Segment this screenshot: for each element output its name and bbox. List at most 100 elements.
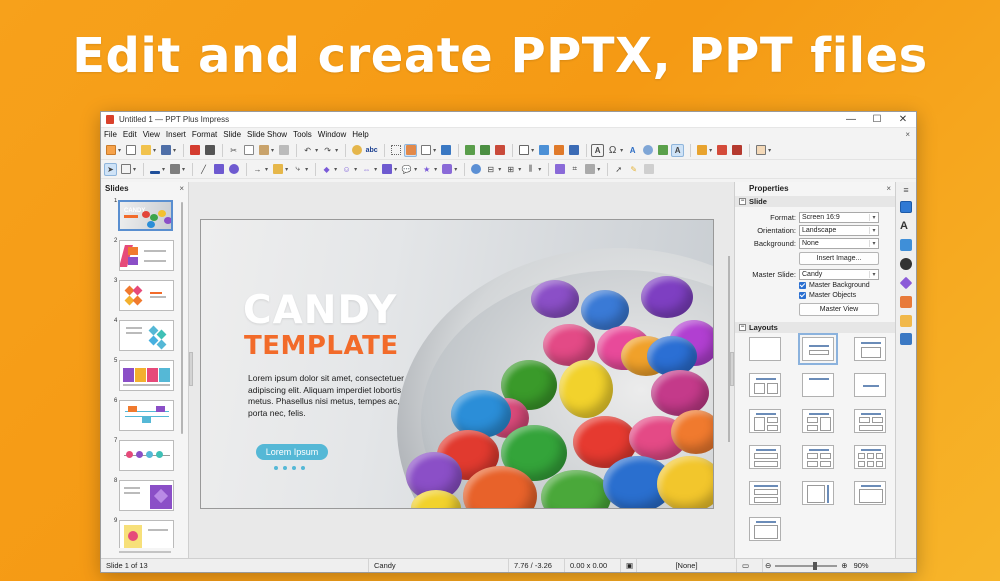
sidebar-toggle-icon[interactable] bbox=[754, 144, 767, 157]
insert-image-button[interactable]: Insert Image... bbox=[799, 252, 879, 265]
ellipse-icon[interactable] bbox=[227, 163, 240, 176]
menu-file[interactable]: File bbox=[104, 130, 117, 139]
copy-icon[interactable] bbox=[242, 144, 255, 157]
layout-title-content-2-content[interactable] bbox=[802, 409, 834, 433]
animation-icon[interactable] bbox=[900, 315, 912, 327]
start-first-slide-icon[interactable] bbox=[695, 144, 708, 157]
table-icon[interactable] bbox=[517, 144, 530, 157]
fontwork-icon[interactable]: A bbox=[626, 144, 639, 157]
align-icon[interactable]: ⊟ bbox=[484, 163, 497, 176]
new-slide-icon[interactable] bbox=[463, 144, 476, 157]
slide-thumbnail[interactable]: 1 CANDY bbox=[101, 198, 185, 238]
menu-insert[interactable]: Insert bbox=[166, 130, 186, 139]
grid-icon[interactable] bbox=[389, 144, 402, 157]
minimize-button[interactable]: — bbox=[838, 114, 864, 125]
glue-points-icon[interactable]: ✎ bbox=[627, 163, 640, 176]
slide-subtitle[interactable]: TEMPLATE bbox=[244, 331, 399, 361]
zoom-level[interactable]: 90% bbox=[854, 561, 869, 570]
3d-objects-icon[interactable] bbox=[440, 163, 453, 176]
save-icon[interactable] bbox=[159, 144, 172, 157]
fill-color-icon[interactable] bbox=[168, 163, 181, 176]
properties-close-icon[interactable]: × bbox=[886, 184, 891, 193]
slide-thumbnail[interactable]: 6 bbox=[101, 398, 185, 438]
layout-title-vertical-text-clipart[interactable] bbox=[749, 517, 781, 541]
menu-slide[interactable]: Slide bbox=[223, 130, 241, 139]
menu-help[interactable]: Help bbox=[352, 130, 368, 139]
menu-window[interactable]: Window bbox=[318, 130, 346, 139]
select-icon[interactable]: ➤ bbox=[104, 162, 117, 176]
curves-icon[interactable] bbox=[271, 163, 284, 176]
gallery-icon[interactable] bbox=[900, 239, 912, 251]
master-slide-icon[interactable] bbox=[439, 144, 452, 157]
background-select[interactable]: None ▾ bbox=[799, 238, 879, 249]
slide-section-header[interactable]: − Slide bbox=[735, 196, 895, 207]
close-document-icon[interactable]: × bbox=[905, 130, 910, 139]
slides-pane-scrollbar[interactable] bbox=[181, 202, 183, 434]
filter-icon[interactable] bbox=[583, 163, 596, 176]
print-icon[interactable] bbox=[203, 144, 216, 157]
layout-title-content[interactable] bbox=[854, 337, 886, 361]
flowchart-icon[interactable] bbox=[380, 163, 393, 176]
shadow-icon[interactable] bbox=[553, 163, 566, 176]
format-select[interactable]: Screen 16:9 ▾ bbox=[799, 212, 879, 223]
basic-shapes-icon[interactable]: ◆ bbox=[320, 163, 333, 176]
normal-view-icon[interactable] bbox=[404, 143, 418, 157]
layout-title-2-content[interactable] bbox=[749, 373, 781, 397]
editor-scrollbar[interactable] bbox=[728, 256, 730, 442]
layout-title-vertical-text[interactable] bbox=[854, 481, 886, 505]
master-objects-checkbox[interactable]: Master Objects bbox=[799, 292, 856, 299]
slide-transition-icon[interactable] bbox=[730, 144, 743, 157]
menu-tools[interactable]: Tools bbox=[293, 130, 312, 139]
arrange-icon[interactable]: ⊞ bbox=[504, 163, 517, 176]
master-background-checkbox[interactable]: Master Background bbox=[799, 282, 870, 289]
crop-icon[interactable]: ⌗ bbox=[568, 163, 581, 176]
master-view-button[interactable]: Master View bbox=[799, 303, 879, 316]
open-icon[interactable] bbox=[139, 144, 152, 157]
stars-icon[interactable]: ★ bbox=[420, 163, 433, 176]
layout-title-4-content[interactable] bbox=[802, 445, 834, 469]
slide-thumbnail[interactable]: 4 bbox=[101, 318, 185, 358]
toggle-point-edit-icon[interactable]: ➚ bbox=[612, 163, 625, 176]
delete-slide-icon[interactable] bbox=[493, 144, 506, 157]
text-box-icon[interactable]: A bbox=[591, 143, 605, 157]
slide-transition-sidebar-icon[interactable] bbox=[900, 296, 912, 308]
collapse-slides-pane-handle[interactable] bbox=[189, 352, 193, 386]
zoom-slider[interactable] bbox=[775, 561, 838, 570]
slide-body-text[interactable]: Lorem ipsum dolor sit amet, consectetuer… bbox=[248, 373, 410, 419]
slide-thumbnail[interactable]: 9 bbox=[101, 518, 185, 548]
cut-icon[interactable]: ✂ bbox=[227, 144, 240, 157]
layout-title-content-over-content[interactable] bbox=[749, 445, 781, 469]
navigator-icon[interactable] bbox=[900, 258, 912, 270]
block-arrows-icon[interactable]: ⇔ bbox=[360, 163, 373, 176]
hyperlink-icon[interactable] bbox=[641, 144, 654, 157]
menu-view[interactable]: View bbox=[143, 130, 160, 139]
start-current-slide-icon[interactable] bbox=[715, 144, 728, 157]
display-views-icon[interactable] bbox=[419, 144, 432, 157]
layout-title-only[interactable] bbox=[802, 373, 834, 397]
slide-thumbnail[interactable]: 3 bbox=[101, 278, 185, 318]
toggle-extrusion-icon[interactable] bbox=[642, 163, 655, 176]
symbol-shapes-icon[interactable]: ☺ bbox=[340, 163, 353, 176]
view-layout-icons[interactable]: ▭ bbox=[737, 559, 763, 572]
rectangle-icon[interactable] bbox=[212, 163, 225, 176]
slide-button-shape[interactable]: Lorem Ipsum bbox=[256, 444, 328, 460]
shapes-icon[interactable] bbox=[899, 276, 913, 290]
layouts-section-header[interactable]: − Layouts bbox=[735, 322, 895, 333]
layout-title-6-content[interactable] bbox=[854, 445, 886, 469]
templates-icon[interactable] bbox=[124, 144, 137, 157]
image-icon[interactable] bbox=[537, 144, 550, 157]
layout-vertical-title-vertical-text[interactable] bbox=[802, 481, 834, 505]
duplicate-slide-icon[interactable] bbox=[478, 144, 491, 157]
slide-thumbnail[interactable]: 7 bbox=[101, 438, 185, 478]
menu-format[interactable]: Format bbox=[192, 130, 217, 139]
find-replace-icon[interactable] bbox=[350, 144, 363, 157]
connector-icon[interactable]: ⤷ bbox=[291, 163, 304, 176]
close-button[interactable]: ✕ bbox=[890, 114, 916, 125]
media-icon[interactable] bbox=[552, 144, 565, 157]
slides-pane-hscrollbar[interactable] bbox=[119, 551, 171, 553]
zoom-slider-knob[interactable] bbox=[813, 561, 818, 570]
slide-canvas[interactable]: CANDY TEMPLATE Lorem ipsum dolor sit ame… bbox=[200, 219, 714, 509]
orientation-select[interactable]: Landscape ▾ bbox=[799, 225, 879, 236]
layout-title-slide[interactable] bbox=[798, 333, 838, 365]
line-color-icon[interactable] bbox=[148, 163, 161, 176]
